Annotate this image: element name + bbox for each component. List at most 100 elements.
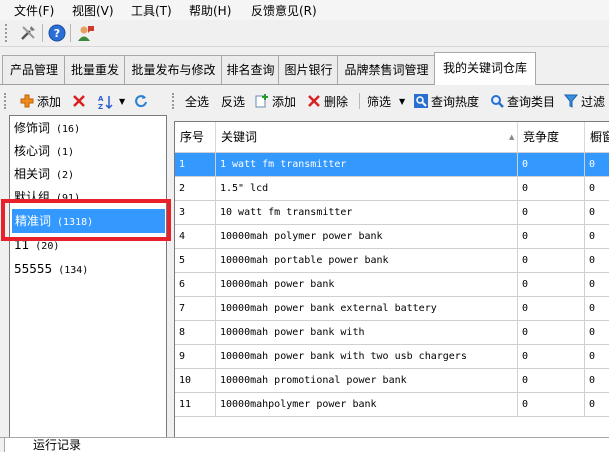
cell-window: 0 [585, 225, 609, 249]
cell-window: 0 [585, 321, 609, 345]
column-header-keyword[interactable]: 关键词 [216, 122, 518, 152]
delete-icon [72, 94, 86, 108]
keyword-add-button[interactable]: 添加 [255, 92, 296, 110]
table-row[interactable]: 3 10 watt fm transmitter 0 0 [175, 201, 609, 225]
keyword-group-list[interactable]: 修饰词 (16) 核心词 (1) 相关词 (2) 默认组 (91) 精准词 (1318) … [9, 115, 167, 439]
help-icon[interactable]: ? [47, 23, 67, 43]
column-header-index[interactable]: 序号 [175, 122, 216, 152]
query-category-button[interactable]: 查询类目 [490, 92, 555, 110]
tab-product-management[interactable]: 产品管理 [2, 55, 66, 84]
menu-file[interactable]: 文件(F) [14, 2, 54, 19]
keyword-delete-button[interactable]: 删除 [307, 92, 348, 110]
table-row[interactable]: 9 10000mah power bank with two usb charge… [175, 345, 609, 369]
menu-view[interactable]: 视图(V) [72, 2, 114, 19]
menu-tools[interactable]: 工具(T) [131, 2, 172, 19]
toolbar-separator [359, 93, 360, 109]
table-row[interactable]: 7 10000mah power bank external battery 0 0 [175, 297, 609, 321]
group-delete-button[interactable] [72, 92, 89, 110]
cell-competition: 0 [518, 321, 585, 345]
cell-window: 0 [585, 369, 609, 393]
menu-help[interactable]: 帮助(H) [189, 2, 231, 19]
cell-competition: 0 [518, 297, 585, 321]
keyword-table: 序号 关键词 ▲ 竞争度 橱窗 11 watt fm transmitter00… [174, 121, 609, 441]
cell-competition: 0 [518, 369, 585, 393]
tab-batch-publish-edit[interactable]: 批量发布与修改 [124, 55, 223, 84]
run-log-panel: 运行记录 [0, 437, 609, 452]
refresh-button[interactable] [134, 92, 151, 110]
cell-index: 11 [175, 393, 216, 417]
cell-keyword: 10 watt fm transmitter [216, 201, 518, 225]
cell-keyword: 10000mah polymer power bank [216, 225, 518, 249]
table-row[interactable]: 2 1.5" lcd 0 0 [175, 177, 609, 201]
keyword-toolbar: 添加 AZ ▼ 全选 反选 添加 删除 筛选 ▼ 查询热度 查询类目 过滤 [0, 88, 609, 114]
cell-index: 8 [175, 321, 216, 345]
group-add-button[interactable]: 添加 [20, 92, 61, 110]
toolbar-separator [70, 24, 71, 42]
group-name: 11 [14, 238, 30, 252]
table-row-selected[interactable]: 11 watt fm transmitter 0 0 [175, 153, 609, 177]
add-icon [20, 94, 34, 108]
invert-select-button[interactable]: 反选 [221, 92, 245, 110]
chevron-down-icon: ▼ [119, 96, 126, 106]
cell-competition: 0 [518, 225, 585, 249]
cell-index: 1 [175, 153, 216, 177]
group-count: (1318) [57, 217, 94, 228]
group-item[interactable]: 核心词 (1) [14, 142, 74, 160]
column-header-competition[interactable]: 竞争度 [518, 122, 585, 152]
tab-brand-banned-words[interactable]: 品牌禁售词管理 [337, 55, 436, 84]
table-row[interactable]: 10 10000mah promotional power bank 0 0 [175, 369, 609, 393]
table-row[interactable]: 4 10000mah polymer power bank 0 0 [175, 225, 609, 249]
column-header-window[interactable]: 橱窗 [585, 122, 609, 152]
tab-batch-repost[interactable]: 批量重发 [64, 55, 126, 84]
filter-dropdown[interactable]: 筛选 ▼ [367, 92, 405, 110]
group-count: (134) [58, 265, 89, 276]
user-feedback-icon[interactable] [76, 23, 96, 43]
refresh-icon [134, 94, 148, 108]
tab-my-keyword-warehouse[interactable]: 我的关键词仓库 [434, 52, 536, 85]
tab-image-bank[interactable]: 图片银行 [278, 55, 339, 84]
group-item[interactable]: 11 (20) [14, 238, 59, 256]
tools-icon[interactable] [18, 23, 38, 43]
cell-keyword: 1.5" lcd [216, 177, 518, 201]
cell-index: 5 [175, 249, 216, 273]
table-row[interactable]: 11 10000mahpolymer power bank 0 0 [175, 393, 609, 417]
filter-word-button[interactable]: 过滤 [563, 92, 605, 110]
group-name: 55555 [14, 262, 53, 276]
cell-index: 6 [175, 273, 216, 297]
group-item[interactable]: 相关词 (2) [14, 165, 74, 183]
tab-ranking-query[interactable]: 排名查询 [221, 55, 280, 84]
cell-window: 0 [585, 393, 609, 417]
funnel-icon [563, 94, 579, 108]
cell-window: 0 [585, 297, 609, 321]
search-icon [414, 94, 428, 108]
select-all-button[interactable]: 全选 [185, 92, 209, 110]
table-row[interactable]: 5 10000mah portable power bank 0 0 [175, 249, 609, 273]
group-item[interactable]: 55555 (134) [14, 262, 88, 280]
cell-index: 10 [175, 369, 216, 393]
sort-arrow-icon: ▲ [509, 133, 515, 141]
table-row[interactable]: 8 10000mah power bank with 0 0 [175, 321, 609, 345]
query-heat-button[interactable]: 查询热度 [414, 92, 479, 110]
run-log-area: 运行记录 [4, 438, 609, 452]
delete-icon [307, 94, 321, 108]
keyword-add-label: 添加 [272, 94, 297, 109]
cell-index: 3 [175, 201, 216, 225]
cell-competition: 0 [518, 273, 585, 297]
cell-window: 0 [585, 177, 609, 201]
group-item[interactable]: 默认组 (91) [14, 188, 80, 206]
group-name: 修饰词 [14, 121, 51, 135]
table-row[interactable]: 6 10000mah power bank 0 0 [175, 273, 609, 297]
search-icon [490, 94, 504, 108]
cell-index: 4 [175, 225, 216, 249]
sort-button[interactable]: AZ ▼ [98, 92, 126, 111]
cell-index: 7 [175, 297, 216, 321]
menu-feedback[interactable]: 反馈意见(R) [251, 2, 317, 19]
group-count: (1) [56, 147, 75, 158]
cell-keyword: 1 watt fm transmitter [216, 153, 518, 177]
group-count: (2) [56, 170, 75, 181]
keyword-delete-label: 删除 [324, 94, 349, 109]
menu-bar: 文件(F) 视图(V) 工具(T) 帮助(H) 反馈意见(R) [0, 0, 609, 20]
group-item[interactable]: 修饰词 (16) [14, 119, 80, 137]
cell-keyword: 10000mah power bank [216, 273, 518, 297]
group-item-selected[interactable]: 精准词 (1318) [12, 209, 165, 233]
